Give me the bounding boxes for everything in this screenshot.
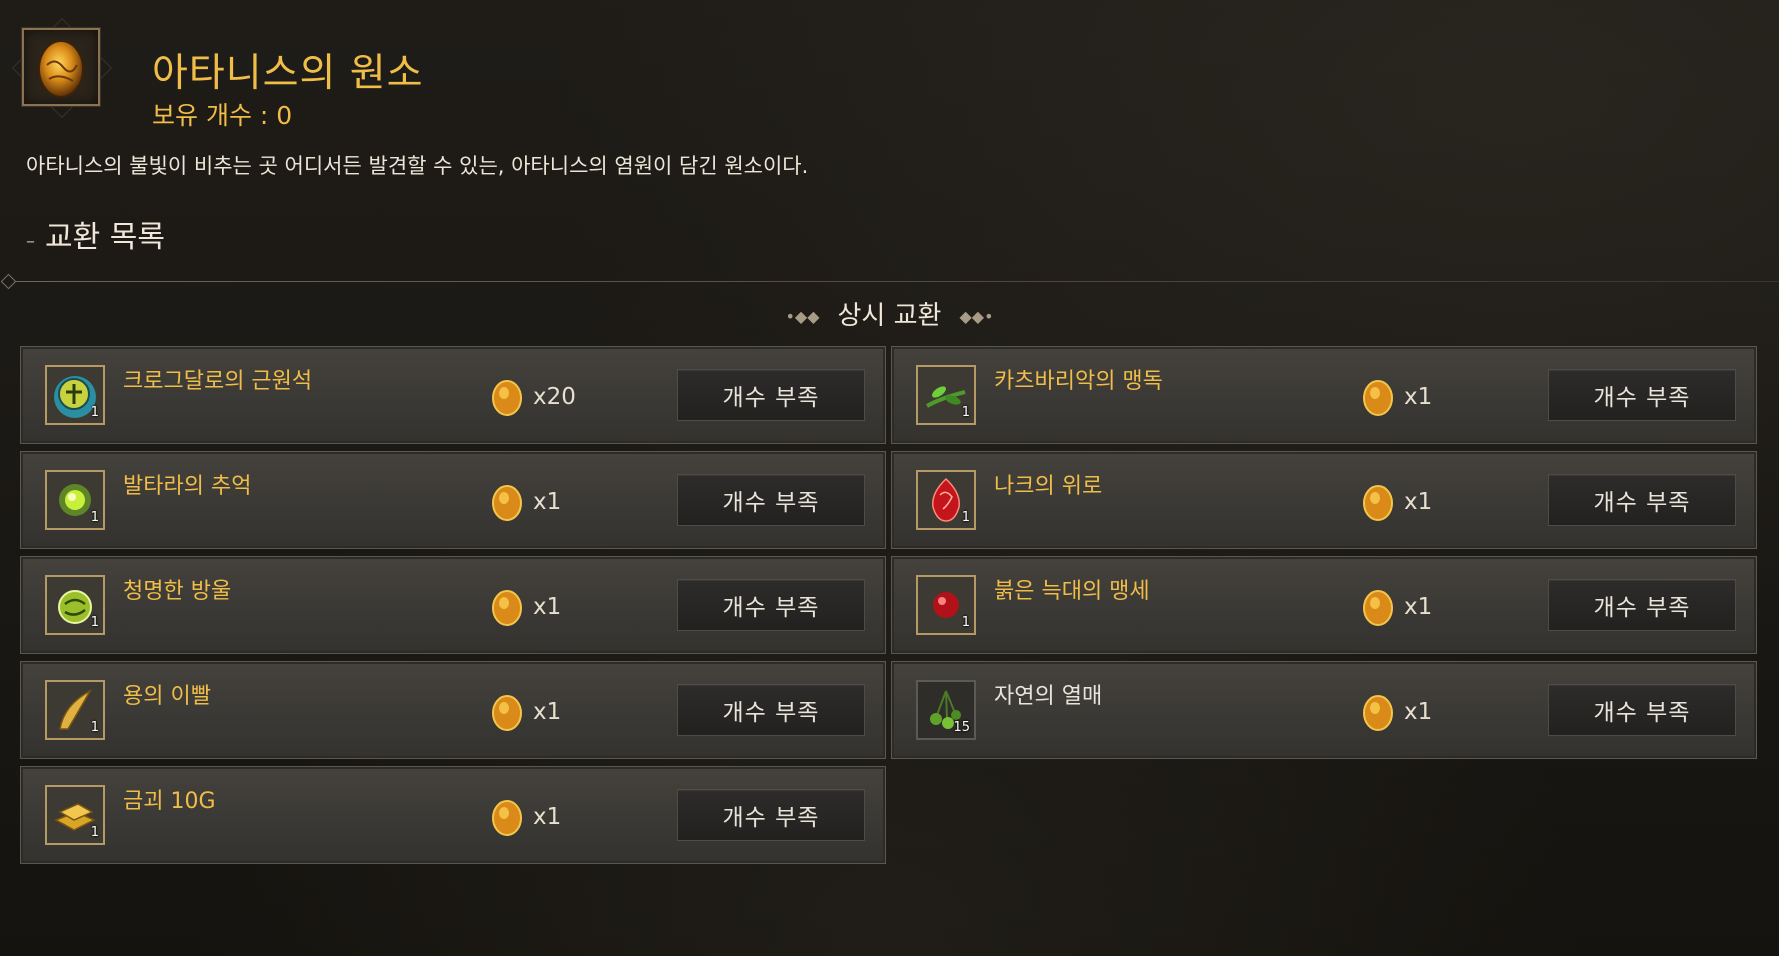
cost: x1 — [489, 587, 561, 627]
cost-amount: x1 — [1404, 384, 1433, 410]
element-egg-cost-icon — [492, 485, 522, 521]
insufficient-button[interactable]: 개수 부족 — [677, 369, 865, 421]
item-name: 붉은 늑대의 맹세 — [994, 579, 1150, 604]
item-slot[interactable]: 1 — [45, 365, 105, 425]
item-slot[interactable]: 1 — [45, 470, 105, 530]
section-title: – 교환 목록 — [26, 212, 165, 256]
exchange-row: 1 금괴 10G x1 개수 부족 — [20, 766, 886, 864]
atanis-element-egg-icon — [38, 40, 84, 98]
section-divider — [8, 281, 1779, 282]
cost-amount: x1 — [1404, 489, 1433, 515]
item-quantity: 1 — [90, 615, 99, 630]
element-egg-cost-icon — [1363, 380, 1393, 416]
cost: x1 — [489, 692, 561, 732]
item-quantity: 1 — [961, 510, 970, 525]
cost: x1 — [489, 482, 561, 522]
item-name: 자연의 열매 — [994, 684, 1103, 709]
element-egg-cost-icon — [492, 695, 522, 731]
sub-title: •◆◆ 상시 교환 ◆◆• — [0, 295, 1779, 332]
item-quantity: 1 — [961, 615, 970, 630]
element-egg-cost-icon — [1363, 695, 1393, 731]
exchange-row: 1 발타라의 추억 x1 개수 부족 — [20, 451, 886, 549]
item-quantity: 15 — [953, 720, 970, 735]
owned-count: 보유 개수 : 0 — [152, 101, 293, 130]
exchange-list: 1 크로그달로의 근원석 x20 개수 부족 1 카츠바리악의 맹독 x1 개수… — [20, 346, 1757, 864]
item-name: 크로그달로의 근원석 — [123, 369, 313, 394]
exchange-row: 1 카츠바리악의 맹독 x1 개수 부족 — [891, 346, 1757, 444]
ornament-right-icon: ◆◆• — [959, 307, 994, 326]
element-egg-cost-icon — [492, 380, 522, 416]
section-title-text: 교환 목록 — [45, 220, 165, 255]
item-icon-frame — [22, 28, 100, 106]
cost: x1 — [1360, 377, 1432, 417]
item-slot[interactable]: 1 — [45, 575, 105, 635]
item-slot[interactable]: 1 — [45, 785, 105, 845]
item-name: 용의 이빨 — [123, 684, 211, 709]
insufficient-button[interactable]: 개수 부족 — [1548, 684, 1736, 736]
item-name: 청명한 방울 — [123, 579, 232, 604]
element-egg-cost-icon — [492, 800, 522, 836]
element-egg-cost-icon — [1363, 590, 1393, 626]
cost-amount: x1 — [533, 804, 562, 830]
cost-amount: x1 — [533, 699, 562, 725]
item-description: 아타니스의 불빛이 비추는 곳 어디서든 발견할 수 있는, 아타니스의 염원이… — [26, 154, 809, 178]
cost: x1 — [489, 797, 561, 837]
insufficient-button[interactable]: 개수 부족 — [677, 684, 865, 736]
item-quantity: 1 — [90, 405, 99, 420]
exchange-row: 1 크로그달로의 근원석 x20 개수 부족 — [20, 346, 886, 444]
item-name: 발타라의 추억 — [123, 474, 252, 499]
item-name: 나크의 위로 — [994, 474, 1103, 499]
item-name: 금괴 10G — [123, 789, 216, 814]
insufficient-button[interactable]: 개수 부족 — [1548, 579, 1736, 631]
dash-icon: – — [26, 231, 35, 252]
item-name: 카츠바리악의 맹독 — [994, 369, 1163, 394]
element-egg-cost-icon — [492, 590, 522, 626]
item-slot[interactable]: 1 — [916, 470, 976, 530]
insufficient-button[interactable]: 개수 부족 — [677, 789, 865, 841]
exchange-row: 1 붉은 늑대의 맹세 x1 개수 부족 — [891, 556, 1757, 654]
cost: x20 — [489, 377, 576, 417]
item-quantity: 1 — [961, 405, 970, 420]
exchange-row: 1 청명한 방울 x1 개수 부족 — [20, 556, 886, 654]
item-quantity: 1 — [90, 510, 99, 525]
insufficient-button[interactable]: 개수 부족 — [1548, 474, 1736, 526]
item-slot[interactable]: 1 — [916, 365, 976, 425]
item-slot[interactable]: 1 — [45, 680, 105, 740]
cost: x1 — [1360, 587, 1432, 627]
cost-amount: x1 — [1404, 699, 1433, 725]
exchange-row: 1 나크의 위로 x1 개수 부족 — [891, 451, 1757, 549]
insufficient-button[interactable]: 개수 부족 — [1548, 369, 1736, 421]
cost: x1 — [1360, 692, 1432, 732]
insufficient-button[interactable]: 개수 부족 — [677, 579, 865, 631]
exchange-row: 15 자연의 열매 x1 개수 부족 — [891, 661, 1757, 759]
insufficient-button[interactable]: 개수 부족 — [677, 474, 865, 526]
cost: x1 — [1360, 482, 1432, 522]
ornament-left-icon: •◆◆ — [785, 307, 820, 326]
exchange-row: 1 용의 이빨 x1 개수 부족 — [20, 661, 886, 759]
element-egg-cost-icon — [1363, 485, 1393, 521]
item-quantity: 1 — [90, 825, 99, 840]
sub-title-text: 상시 교환 — [837, 301, 942, 331]
item-quantity: 1 — [90, 720, 99, 735]
cost-amount: x1 — [1404, 594, 1433, 620]
item-slot[interactable]: 15 — [916, 680, 976, 740]
page-title: 아타니스의 원소 — [152, 51, 424, 96]
cost-amount: x1 — [533, 489, 562, 515]
cost-amount: x1 — [533, 594, 562, 620]
cost-amount: x20 — [533, 384, 576, 410]
item-slot[interactable]: 1 — [916, 575, 976, 635]
